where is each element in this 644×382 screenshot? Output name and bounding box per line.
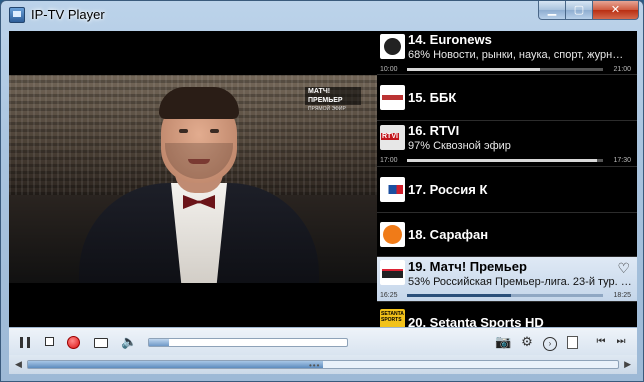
channel-item[interactable]: SETANTA SPORTS 20. Setanta Sports HD [377,302,637,327]
channel-program: 53% Российская Премьер-лига. 23-й тур. … [408,276,632,288]
channel-program: 68% Новости, рынки, наука, спорт, журн… [408,49,624,61]
channel-list[interactable]: 14. Euronews 68% Новости, рынки, наука, … [377,31,637,327]
presenter-image [79,87,319,283]
minimize-icon: ▁ [547,4,557,16]
maximize-icon: ▢ [573,4,585,16]
russia-k-logo [380,177,405,202]
seek-bar-area: ◀ ••• ▶ [9,355,637,374]
app-icon [9,7,25,23]
app-window: IP-TV Player ▁ ▢ ✕ МАТЧ! ПРЕМЬЕР ПРЯМОЙ … [0,0,644,382]
scroll-left-icon[interactable]: ◀ [15,359,22,370]
scroll-right-icon[interactable]: ▶ [624,359,631,370]
window-controls: ▁ ▢ ✕ [538,1,639,21]
favorite-heart-icon[interactable]: ♡ [617,260,630,277]
close-icon: ✕ [610,4,621,16]
pause-button[interactable] [17,334,33,350]
sarafan-logo [380,222,405,247]
channel-name: 16. RTVI [408,123,460,138]
camera-icon: 📷 [495,334,512,349]
channel-name: 20. Setanta Sports HD [408,315,544,327]
channel-item[interactable]: 17. Россия К [377,167,637,213]
program-progress-bar [407,68,603,71]
program-end-time: 18:25 [613,292,631,299]
previous-channel-button[interactable]: ⏮ [593,334,609,350]
channel-item[interactable]: 15. ББК [377,75,637,121]
volume-level [149,339,169,346]
control-bar: 🔈 📷 ⚙ › ⏮ ⏭ [9,327,637,355]
program-progress-bar [407,159,603,162]
channel-item-selected[interactable]: 19. Матч! Премьер ♡ 53% Российская Премь… [377,257,637,302]
open-folder-button[interactable] [93,334,109,350]
program-end-time: 21:00 [613,66,631,73]
record-button[interactable] [67,336,80,349]
pause-icon [20,337,30,348]
playlist-button[interactable] [564,334,580,350]
folder-icon [94,338,108,348]
settings-button[interactable]: ⚙ [519,334,535,350]
client-area: МАТЧ! ПРЕМЬЕР ПРЯМОЙ ЭФИР 14. Euronews 6… [9,31,637,374]
channel-name: 18. Сарафан [408,227,489,242]
video-player[interactable]: МАТЧ! ПРЕМЬЕР ПРЯМОЙ ЭФИР [9,31,377,327]
schedule-button[interactable]: › [542,334,558,351]
program-progress-bar [407,294,603,297]
volume-slider[interactable] [148,338,348,347]
close-button[interactable]: ✕ [593,1,639,20]
channel-name: 19. Матч! Премьер [408,259,527,274]
speaker-icon: 🔈 [121,334,138,349]
channel-program: 97% Сквозной эфир [408,140,511,152]
title-bar[interactable]: IP-TV Player ▁ ▢ ✕ [1,1,644,29]
stop-button[interactable] [41,334,57,350]
channel-name: 15. ББК [408,90,457,105]
minimize-button[interactable]: ▁ [538,1,566,20]
rtvi-logo: RTVI [380,125,405,150]
program-progress-fill [407,68,541,71]
clock-icon: › [543,337,557,351]
volume-button[interactable]: 🔈 [121,334,137,350]
match-premier-logo [380,260,405,285]
seek-slider[interactable] [27,360,619,369]
skip-forward-icon: ⏭ [616,336,626,347]
channel-item[interactable]: 14. Euronews 68% Новости, рынки, наука, … [377,31,637,75]
channel-item[interactable]: 18. Сарафан [377,213,637,257]
program-end-time: 17:30 [613,157,631,164]
document-icon [566,336,578,349]
channel-name: 17. Россия К [408,182,488,197]
seek-grip-icon[interactable]: ••• [309,361,320,370]
watermark-subtext: ПРЯМОЙ ЭФИР [308,106,346,112]
channel-item[interactable]: RTVI 16. RTVI 97% Сквозной эфир 17:00 17… [377,121,637,167]
channel-name: 14. Euronews [408,32,492,47]
program-progress-fill [407,159,598,162]
next-channel-button[interactable]: ⏭ [613,334,629,350]
program-start-time: 16:25 [380,292,398,299]
seek-position [28,361,323,368]
gear-icon: ⚙ [521,334,533,349]
euronews-logo [380,34,405,59]
window-title: IP-TV Player [31,7,105,22]
maximize-button[interactable]: ▢ [566,1,593,20]
skip-back-icon: ⏮ [596,336,606,347]
program-start-time: 17:00 [380,157,398,164]
video-frame: МАТЧ! ПРЕМЬЕР ПРЯМОЙ ЭФИР [9,75,377,283]
channel-watermark: МАТЧ! ПРЕМЬЕР ПРЯМОЙ ЭФИР [305,87,361,112]
bbk-logo [380,85,405,110]
program-progress-fill [407,294,511,297]
setanta-logo: SETANTA SPORTS [380,309,405,327]
program-start-time: 10:00 [380,66,398,73]
screenshot-button[interactable]: 📷 [495,334,511,350]
stop-icon [44,337,54,346]
watermark-text: МАТЧ! ПРЕМЬЕР [308,88,343,104]
